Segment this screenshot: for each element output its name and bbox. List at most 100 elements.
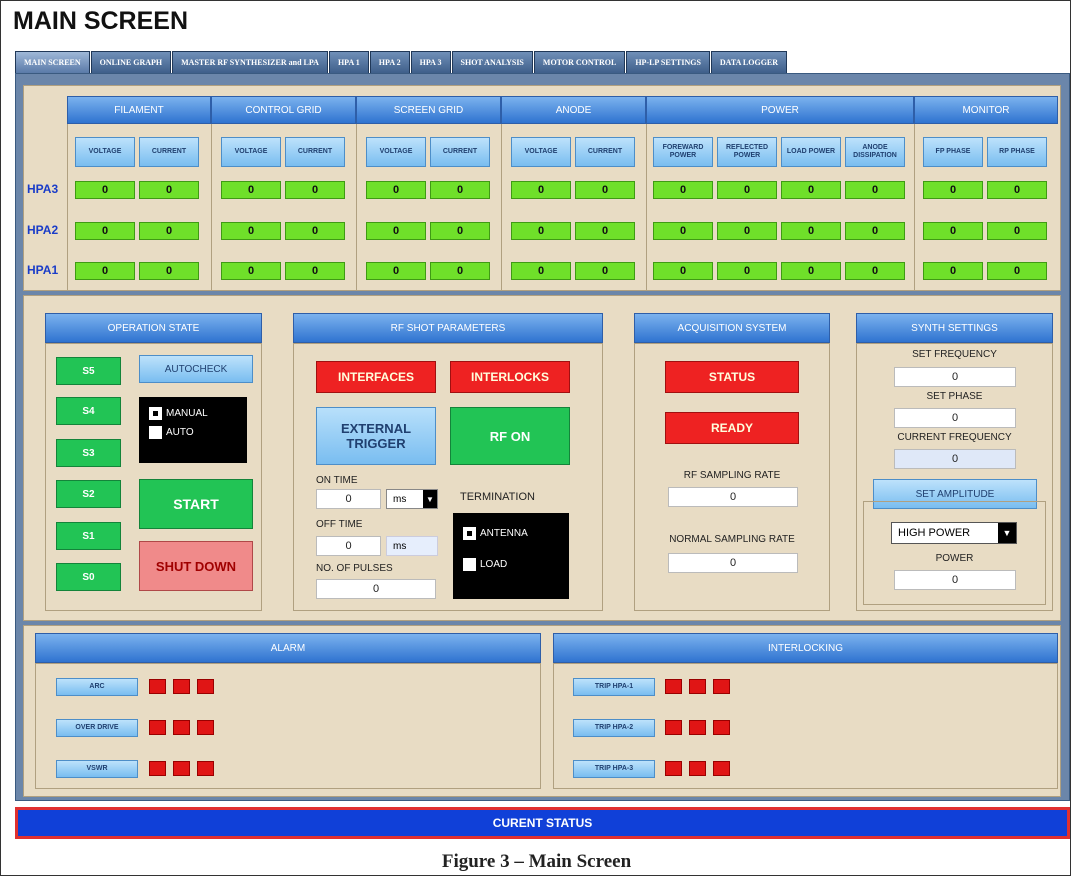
stage-s2-button[interactable]: S2 (56, 480, 121, 508)
control-grid-current-button[interactable]: CURRENT (285, 137, 345, 167)
interlock-led (689, 720, 706, 735)
interlock-led (713, 761, 730, 776)
fp-phase-button[interactable]: FP PHASE (923, 137, 983, 167)
main-screen-figure: MAIN SCREEN MAIN SCREEN ONLINE GRAPH MAS… (0, 0, 1071, 876)
value-indicator: 0 (75, 181, 135, 199)
rf-on-button[interactable]: RF ON (450, 407, 570, 465)
auto-checkbox[interactable] (149, 426, 162, 439)
value-indicator: 0 (75, 222, 135, 240)
termination-label: TERMINATION (460, 491, 535, 503)
anode-dissipation-button[interactable]: ANODE DISSIPATION (845, 137, 905, 167)
tab-motor-control[interactable]: MOTOR CONTROL (533, 51, 626, 73)
group-header-screen-grid: SCREEN GRID (356, 96, 501, 124)
control-grid-voltage-button[interactable]: VOLTAGE (221, 137, 281, 167)
group-header-monitor: MONITOR (914, 96, 1058, 124)
power-mode-select[interactable]: HIGH POWER ▼ (891, 522, 1017, 544)
value-indicator: 0 (781, 181, 841, 199)
value-indicator: 0 (285, 262, 345, 280)
value-indicator: 0 (653, 222, 713, 240)
stage-s3-button[interactable]: S3 (56, 439, 121, 467)
screen-grid-voltage-button[interactable]: VOLTAGE (366, 137, 426, 167)
manual-option[interactable]: MANUAL (149, 407, 247, 420)
screen-grid-current-button[interactable]: CURRENT (430, 137, 490, 167)
tab-hpa-3[interactable]: HPA 3 (410, 51, 451, 73)
trip-hpa-2-button[interactable]: TRIP HPA-2 (573, 719, 655, 737)
stage-s4-button[interactable]: S4 (56, 397, 121, 425)
set-frequency-input[interactable]: 0 (894, 367, 1016, 387)
value-indicator: 0 (430, 262, 490, 280)
value-indicator: 0 (430, 222, 490, 240)
value-indicator: 0 (987, 222, 1047, 240)
shutdown-button[interactable]: SHUT DOWN (139, 541, 253, 591)
filament-current-button[interactable]: CURRENT (139, 137, 199, 167)
start-button[interactable]: START (139, 479, 253, 529)
tab-data-logger[interactable]: DATA LOGGER (710, 51, 788, 73)
trip-hpa-3-button[interactable]: TRIP HPA-3 (573, 760, 655, 778)
autocheck-button[interactable]: AUTOCHECK (139, 355, 253, 383)
tab-main-screen[interactable]: MAIN SCREEN (15, 51, 90, 73)
stage-s1-button[interactable]: S1 (56, 522, 121, 550)
alarm-led (197, 679, 214, 694)
stage-s5-button[interactable]: S5 (56, 357, 121, 385)
on-time-unit-select[interactable]: ms ▼ (386, 489, 438, 509)
auto-label: AUTO (166, 427, 194, 439)
pulses-input[interactable]: 0 (316, 579, 436, 599)
tab-hpa-2[interactable]: HPA 2 (369, 51, 410, 73)
alarm-arc-button[interactable]: ARC (56, 678, 138, 696)
interlocking-header: INTERLOCKING (553, 633, 1058, 663)
interfaces-indicator: INTERFACES (316, 361, 436, 393)
external-trigger-button[interactable]: EXTERNAL TRIGGER (316, 407, 436, 465)
alarm-over-drive-button[interactable]: OVER DRIVE (56, 719, 138, 737)
set-phase-input[interactable]: 0 (894, 408, 1016, 428)
alarm-led (197, 761, 214, 776)
value-indicator: 0 (575, 222, 635, 240)
rp-phase-button[interactable]: RP PHASE (987, 137, 1047, 167)
value-indicator: 0 (653, 181, 713, 199)
anode-voltage-button[interactable]: VOLTAGE (511, 137, 571, 167)
current-status-bar: CURENT STATUS (15, 807, 1070, 839)
rf-sampling-rate-input[interactable]: 0 (668, 487, 798, 507)
foreward-power-button[interactable]: FOREWARD POWER (653, 137, 713, 167)
acquisition-ready-indicator: READY (665, 412, 799, 444)
load-option[interactable]: LOAD (463, 558, 569, 571)
tab-online-graph[interactable]: ONLINE GRAPH (90, 51, 172, 73)
mode-selector: MANUAL AUTO (139, 397, 247, 463)
tab-master-rf-synthesizer[interactable]: MASTER RF SYNTHESIZER and LPA (172, 51, 328, 73)
alarm-vswr-button[interactable]: VSWR (56, 760, 138, 778)
current-frequency-label: CURRENT FREQUENCY (897, 432, 1012, 443)
load-power-button[interactable]: LOAD POWER (781, 137, 841, 167)
power-input[interactable]: 0 (894, 570, 1016, 590)
on-time-input[interactable]: 0 (316, 489, 381, 509)
value-indicator: 0 (221, 262, 281, 280)
tab-shot-analysis[interactable]: SHOT ANALYSIS (451, 51, 533, 73)
current-status-label: CURENT STATUS (492, 816, 593, 830)
antenna-option[interactable]: ANTENNA (463, 527, 569, 540)
reflected-power-button[interactable]: REFLECTED POWER (717, 137, 777, 167)
normal-sampling-rate-input[interactable]: 0 (668, 553, 798, 573)
antenna-checkbox[interactable] (463, 527, 476, 540)
tab-hp-lp-settings[interactable]: HP-LP SETTINGS (626, 51, 710, 73)
interlock-led (713, 679, 730, 694)
chevron-down-icon[interactable]: ▼ (998, 523, 1016, 543)
off-time-input[interactable]: 0 (316, 536, 381, 556)
load-checkbox[interactable] (463, 558, 476, 571)
interlock-led (665, 679, 682, 694)
trip-hpa-1-button[interactable]: TRIP HPA-1 (573, 678, 655, 696)
tab-hpa-1[interactable]: HPA 1 (328, 51, 369, 73)
auto-option[interactable]: AUTO (149, 426, 247, 439)
operation-state-header: OPERATION STATE (45, 313, 262, 343)
anode-current-button[interactable]: CURRENT (575, 137, 635, 167)
value-indicator: 0 (221, 181, 281, 199)
interlock-led (689, 761, 706, 776)
page-title: MAIN SCREEN (13, 7, 189, 35)
interlock-led (689, 679, 706, 694)
chevron-down-icon[interactable]: ▼ (423, 490, 437, 508)
column-divider (67, 124, 68, 290)
filament-voltage-button[interactable]: VOLTAGE (75, 137, 135, 167)
acquisition-status-indicator: STATUS (665, 361, 799, 393)
value-indicator: 0 (845, 262, 905, 280)
value-indicator: 0 (285, 222, 345, 240)
manual-checkbox[interactable] (149, 407, 162, 420)
stage-s0-button[interactable]: S0 (56, 563, 121, 591)
power-mode-value: HIGH POWER (898, 527, 971, 539)
